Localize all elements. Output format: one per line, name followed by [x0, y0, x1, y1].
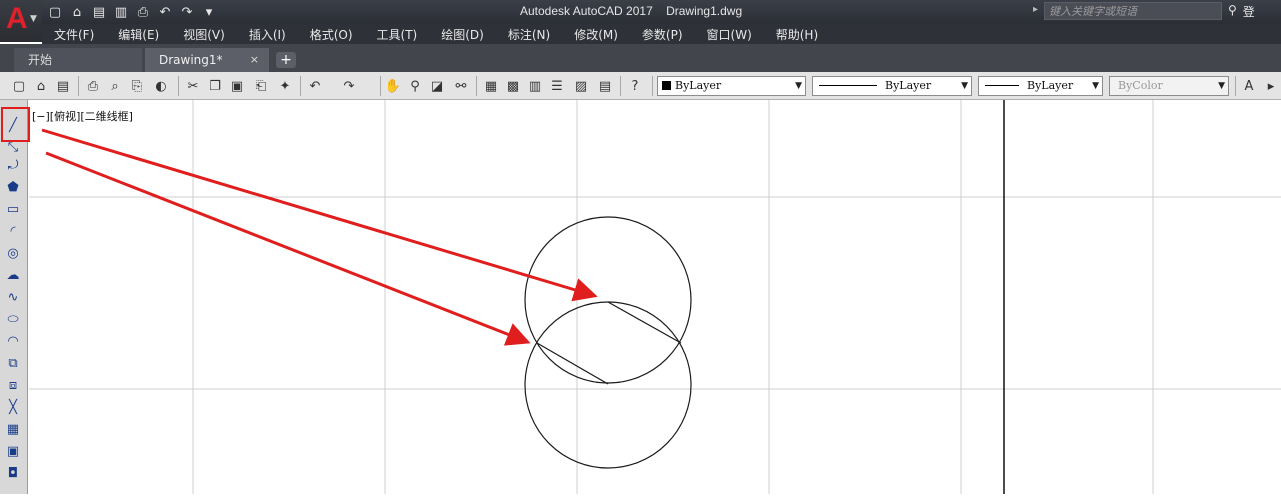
- arrow-to-upper-chord: [41, 128, 598, 302]
- arrow-to-lower-chord: [45, 151, 531, 346]
- annotation-arrows: [41, 128, 598, 346]
